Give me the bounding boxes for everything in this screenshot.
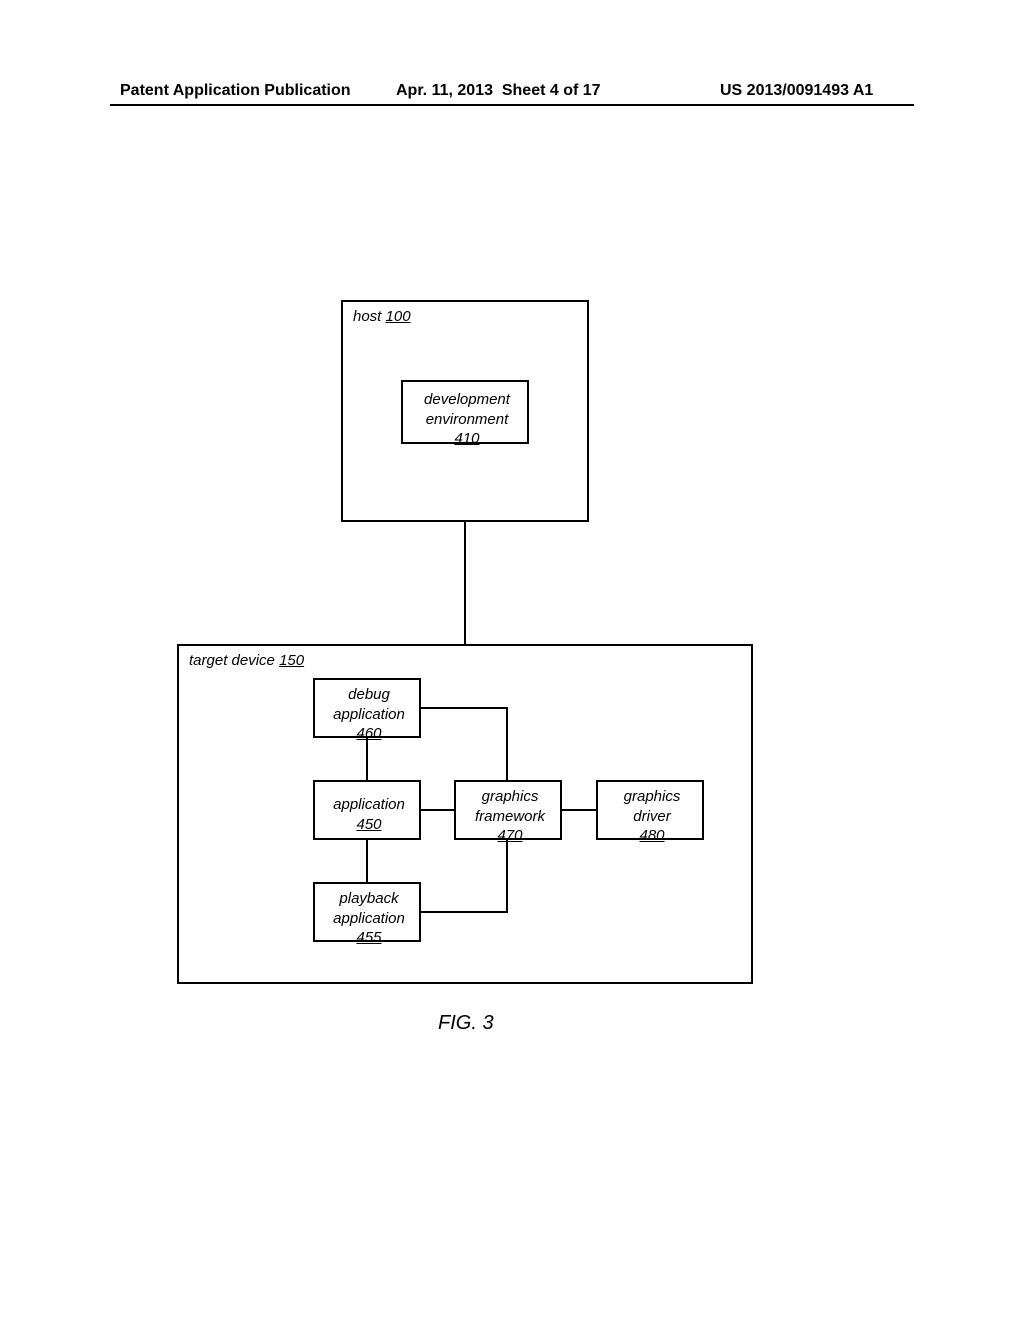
dev-env-ref: 410	[454, 430, 479, 447]
playback-text: playbackapplication	[333, 890, 405, 927]
debug-app-box: debugapplication 460	[313, 678, 421, 738]
connector-debug-application	[366, 738, 368, 780]
connector-debug-right-h	[421, 707, 508, 709]
host-label-text: host	[353, 308, 381, 325]
application-label: application 450	[315, 795, 423, 834]
framework-text: graphicsframework	[475, 788, 545, 825]
target-label-text: target device	[189, 652, 275, 669]
driver-text: graphicsdriver	[624, 788, 681, 825]
playback-box: playbackapplication 455	[313, 882, 421, 942]
driver-box: graphicsdriver 480	[596, 780, 704, 840]
connector-framework-driver	[562, 809, 596, 811]
application-box: application 450	[313, 780, 421, 840]
connector-playback-right-h	[421, 911, 508, 913]
framework-ref: 470	[497, 827, 522, 844]
driver-ref: 480	[639, 827, 664, 844]
target-ref: 150	[279, 652, 304, 669]
target-label: target device 150	[189, 652, 304, 669]
figure-caption: FIG. 3	[438, 1012, 494, 1035]
playback-label: playbackapplication 455	[315, 889, 423, 948]
host-label: host 100	[353, 308, 411, 325]
driver-label: graphicsdriver 480	[598, 787, 706, 846]
debug-app-text: debugapplication	[333, 686, 405, 723]
framework-label: graphicsframework 470	[456, 787, 564, 846]
dev-env-label: developmentenvironment 410	[403, 390, 531, 449]
connector-application-playback	[366, 840, 368, 882]
debug-app-ref: 460	[356, 725, 381, 742]
connector-application-framework	[421, 809, 454, 811]
connector-host-target	[464, 522, 466, 644]
connector-debug-right-v	[506, 707, 508, 780]
playback-ref: 455	[356, 929, 381, 946]
debug-app-label: debugapplication 460	[315, 685, 423, 744]
application-text: application	[333, 796, 405, 813]
figure-diagram: host 100 developmentenvironment 410 targ…	[0, 0, 1024, 1320]
dev-env-box: developmentenvironment 410	[401, 380, 529, 444]
dev-env-text: developmentenvironment	[424, 391, 510, 428]
application-ref: 450	[356, 816, 381, 833]
connector-playback-right-v	[506, 840, 508, 913]
framework-box: graphicsframework 470	[454, 780, 562, 840]
host-ref: 100	[386, 308, 411, 325]
